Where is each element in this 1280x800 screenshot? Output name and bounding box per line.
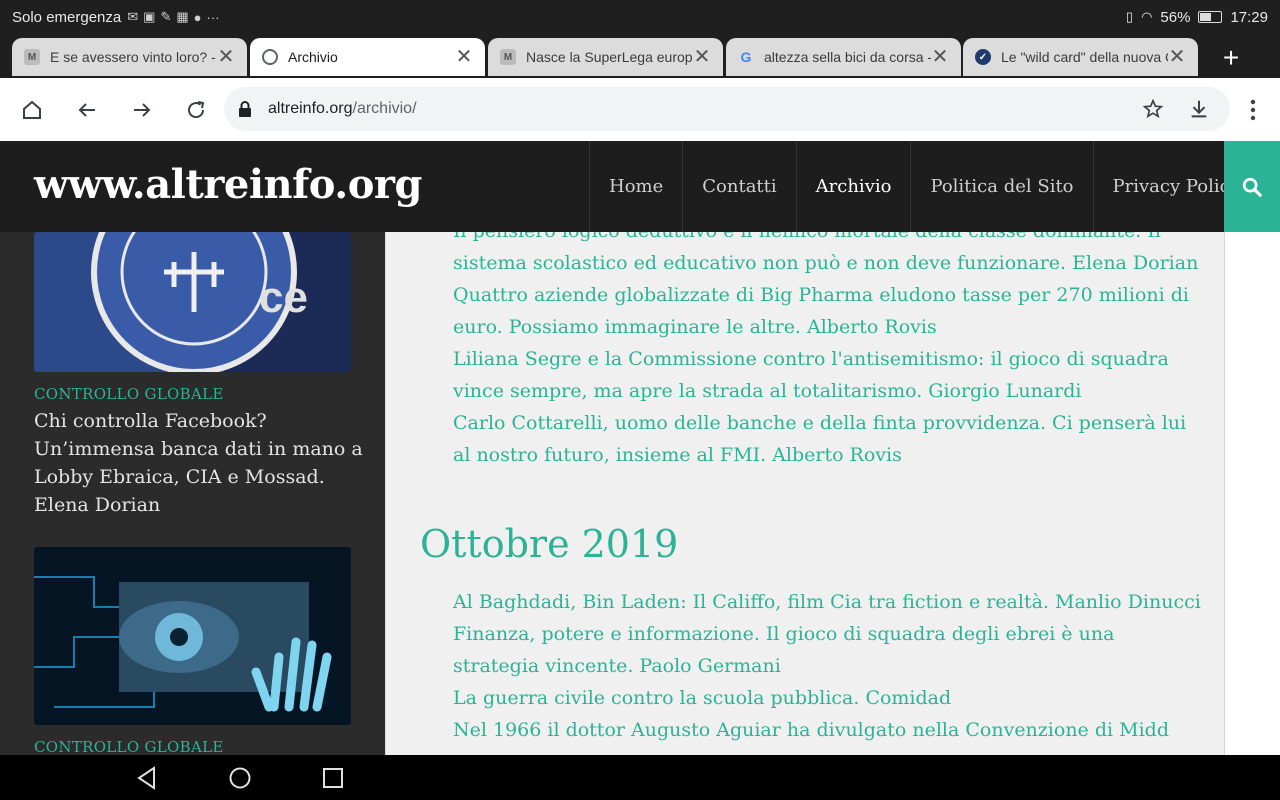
vibrate-icon: ▯: [1125, 9, 1134, 24]
system-nav-bar: [0, 755, 1280, 800]
archive-item[interactable]: Liliana Segre e la Commissione contro l'…: [453, 343, 1203, 407]
svg-text:ce: ce: [259, 273, 308, 322]
site-header: www.altreinfo.org Home Contatti Archivio…: [0, 141, 1280, 232]
archive-item[interactable]: Quattro aziende globalizzate di Big Phar…: [453, 279, 1203, 343]
forward-arrow-icon: [134, 103, 151, 117]
status-bar: Solo emergenza ✉ ▣ ✎ ▦ ● ··· ▯ ◠ 56% 17:…: [0, 0, 1280, 34]
tab-1[interactable]: M E se avessero vinto loro? - F ✕: [12, 38, 247, 76]
facebook-mossad-image: ce: [34, 232, 351, 372]
site-favicon-icon: ✓: [975, 49, 991, 65]
battery-icon: [1198, 11, 1223, 23]
tab-strip: M E se avessero vinto loro? - F ✕ Archiv…: [0, 34, 1280, 78]
cyber-eye-image: [34, 547, 351, 725]
post-category[interactable]: CONTROLLO GLOBALE: [34, 385, 224, 403]
new-tab-button[interactable]: +: [1214, 44, 1248, 74]
post-category[interactable]: CONTROLLO GLOBALE: [34, 738, 224, 755]
archive-item[interactable]: Al Baghdadi, Bin Laden: Il Califfo, film…: [453, 586, 1203, 618]
address-bar[interactable]: altreinfo.org/archivio/: [224, 87, 1230, 131]
url-path: /archivio/: [352, 100, 417, 117]
tab-title: Nasce la SuperLega europe: [526, 49, 693, 65]
nav-archivio[interactable]: Archivio: [795, 141, 911, 232]
tab-title: Archivio: [288, 49, 338, 65]
back-arrow-icon: [78, 103, 95, 117]
search-icon: [1242, 177, 1262, 197]
site-favicon-icon: M: [500, 49, 516, 65]
back-button[interactable]: [71, 94, 103, 126]
nav-home[interactable]: Home: [589, 141, 682, 232]
post-thumbnail[interactable]: [34, 547, 351, 725]
carrier-text: Solo emergenza: [12, 8, 122, 26]
archive-item[interactable]: Finanza, potere e informazione. Il gioco…: [453, 618, 1203, 682]
forward-button[interactable]: [126, 94, 158, 126]
nav-politica[interactable]: Politica del Sito: [910, 141, 1092, 232]
tab-5[interactable]: ✓ Le "wild card" della nuova C ✕: [963, 38, 1198, 76]
site-nav: Home Contatti Archivio Politica del Sito…: [589, 141, 1259, 232]
archive-item[interactable]: Nel 1966 il dottor Augusto Aguiar ha div…: [453, 714, 1203, 746]
tab-title: E se avessero vinto loro? - F: [50, 49, 217, 65]
home-circle-icon[interactable]: [227, 765, 253, 791]
archive-item[interactable]: La guerra civile contro la scuola pubbli…: [453, 682, 1203, 714]
download-icon[interactable]: [1188, 98, 1210, 120]
tab-2[interactable]: Archivio ✕: [250, 38, 485, 76]
battery-fill: [1200, 13, 1212, 21]
recents-square-icon[interactable]: [320, 765, 346, 791]
archive-list: Al Baghdadi, Bin Laden: Il Califfo, film…: [453, 586, 1203, 755]
more-vertical-icon: [1250, 99, 1256, 121]
site-favicon-icon: M: [24, 49, 40, 65]
archive-list: Il pensiero logico deduttivo è il nemico…: [453, 232, 1203, 471]
tab-3[interactable]: M Nasce la SuperLega europe ✕: [488, 38, 723, 76]
close-icon[interactable]: ✕: [693, 47, 711, 67]
post-thumbnail[interactable]: ce: [34, 232, 351, 372]
site-logo[interactable]: www.altreinfo.org: [34, 161, 422, 208]
google-icon: G: [740, 49, 752, 65]
wifi-icon: ◠: [1141, 9, 1153, 24]
more-notifications-icon: ···: [206, 9, 220, 25]
back-triangle-icon[interactable]: [134, 765, 160, 791]
lock-icon: [239, 101, 251, 117]
bookmark-star-icon[interactable]: [1142, 98, 1164, 120]
calendar-icon: ▦: [176, 9, 189, 24]
tab-4[interactable]: G altezza sella bici da corsa - ✕: [726, 38, 961, 76]
notification-icons: ✉ ▣ ✎ ▦ ● ···: [127, 9, 219, 25]
menu-button[interactable]: [1237, 94, 1269, 126]
month-heading: Ottobre 2019: [420, 522, 679, 566]
post-title[interactable]: Chi controlla Facebook? Un’immensa banca…: [34, 407, 364, 519]
close-icon[interactable]: ✕: [217, 47, 235, 67]
reload-button[interactable]: [180, 94, 212, 126]
browser-toolbar: altreinfo.org/archivio/: [0, 78, 1280, 141]
site-search-button[interactable]: [1224, 141, 1280, 232]
reload-icon: [188, 101, 205, 119]
app-icon: ●: [193, 9, 202, 25]
close-icon[interactable]: ✕: [455, 47, 473, 67]
home-button[interactable]: [16, 94, 48, 126]
sidebar: ce CONTROLLO GLOBALE Chi controlla Faceb…: [0, 232, 385, 755]
home-icon: [23, 100, 41, 119]
globe-icon: [262, 49, 278, 65]
nav-contatti[interactable]: Contatti: [682, 141, 795, 232]
archive-item[interactable]: Carlo Cottarelli, uomo delle banche e de…: [453, 407, 1203, 471]
close-icon[interactable]: ✕: [931, 47, 949, 67]
clock: 17:29: [1230, 8, 1268, 26]
close-icon[interactable]: ✕: [1168, 47, 1186, 67]
mail-icon: ✉: [127, 9, 139, 24]
tab-title: Le "wild card" della nuova C: [1001, 49, 1168, 65]
image-icon: ▣: [143, 9, 156, 24]
wrench-icon: ✎: [160, 9, 172, 24]
url-host: altreinfo.org: [268, 100, 353, 117]
battery-percent: 56%: [1160, 8, 1191, 26]
right-margin: [1225, 232, 1280, 755]
tab-title: altezza sella bici da corsa -: [764, 49, 931, 65]
